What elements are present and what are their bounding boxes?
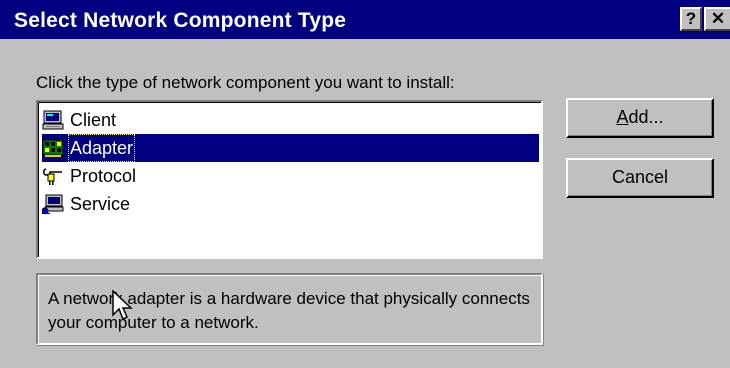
client-icon: [42, 110, 64, 130]
list-item-client[interactable]: Client: [42, 106, 539, 134]
instruction-label: Click the type of network component you …: [36, 73, 455, 92]
add-button[interactable]: Add...: [566, 98, 714, 138]
list-item-label: Protocol: [70, 166, 137, 186]
cancel-button[interactable]: Cancel: [566, 158, 714, 198]
component-type-list[interactable]: Client Adapter Protocol Service: [36, 100, 543, 259]
adapter-icon: [42, 139, 64, 157]
list-item-adapter[interactable]: Adapter: [42, 134, 539, 162]
close-icon: ✕: [710, 9, 726, 28]
add-accelerator: A: [616, 107, 629, 127]
window-title: Select Network Component Type: [14, 9, 347, 32]
help-button[interactable]: ?: [680, 7, 702, 31]
list-item-protocol[interactable]: Protocol: [42, 162, 539, 190]
list-item-label: Service: [70, 194, 131, 214]
mouse-cursor-icon: [112, 290, 133, 321]
protocol-icon: [43, 168, 62, 185]
service-icon: [42, 194, 64, 214]
close-button[interactable]: ✕: [704, 7, 730, 31]
list-item-label: Client: [70, 110, 117, 130]
list-item-label: Adapter: [68, 134, 136, 162]
list-item-service[interactable]: Service: [42, 190, 539, 218]
add-button-label: dd...: [628, 107, 664, 127]
title-bar[interactable]: Select Network Component Type ? ✕: [0, 0, 730, 39]
